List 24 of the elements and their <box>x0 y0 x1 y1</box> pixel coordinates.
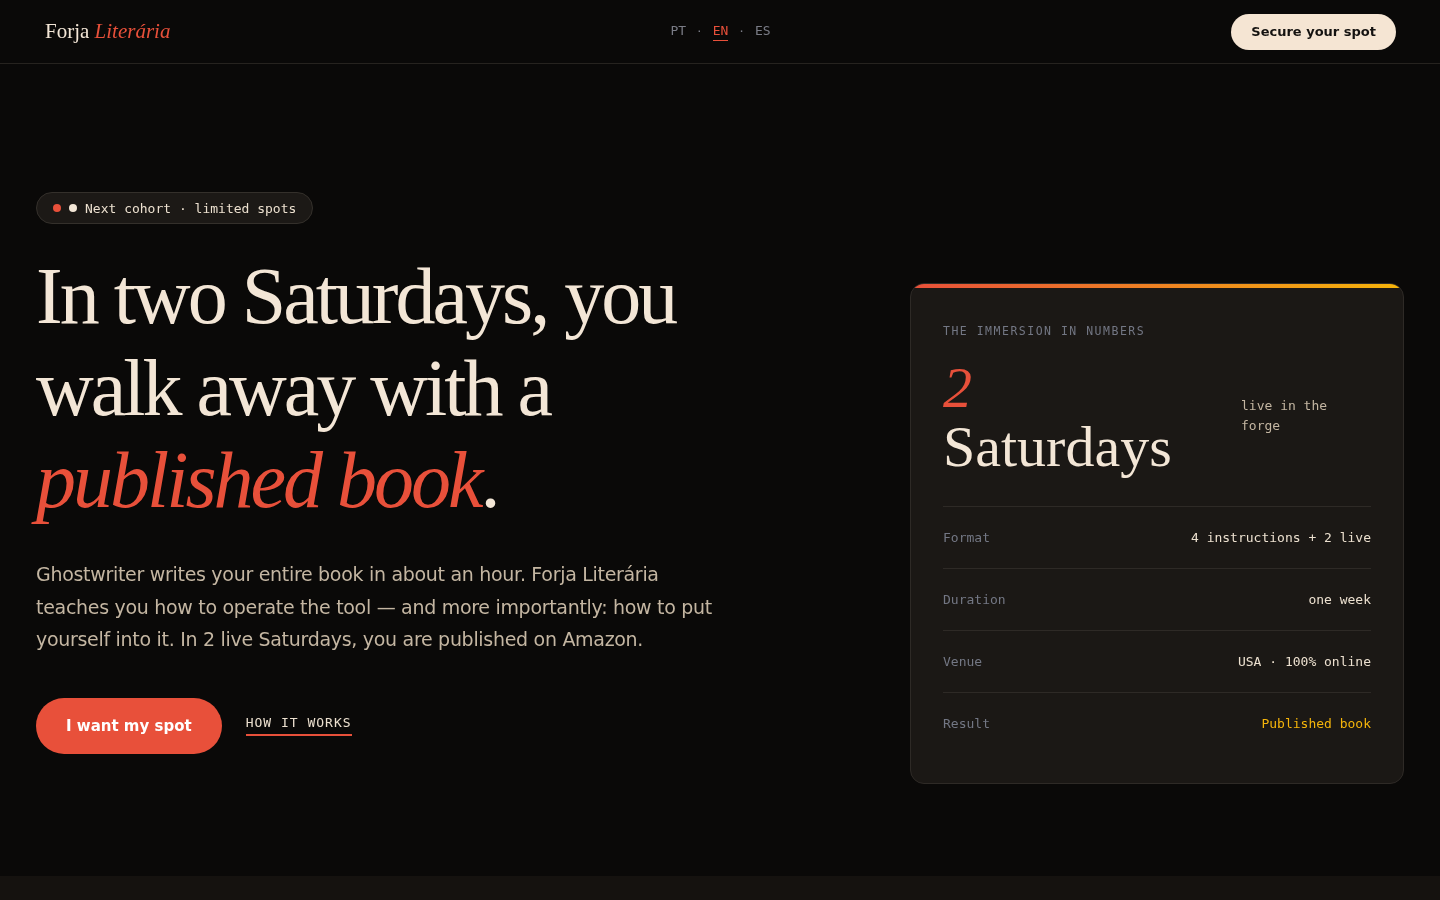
language-link[interactable]: ES <box>754 22 771 41</box>
description: Ghostwriter writes your entire book in about an hour. Forja Literária teaches you how to operate the tool — and more importantly: how to put yourself into it. In 2 live Saturdays, you are published on Amazon. <box>36 562 713 652</box>
language-link[interactable]: PT <box>670 22 687 41</box>
big-unit: Saturdays <box>943 416 1172 478</box>
row-label: Result <box>943 716 990 731</box>
secure-spot-button[interactable]: Secure your spot <box>1231 13 1396 50</box>
big-number: 2 <box>943 360 973 416</box>
want-spot-button[interactable]: I want my spot <box>36 697 222 754</box>
row-label: Format <box>943 530 990 545</box>
big-note: live in the forge <box>1241 397 1329 435</box>
separator-dot: · <box>696 25 703 38</box>
row-value: 4 instructions + 2 live <box>1191 530 1371 545</box>
badge-text: Next cohort · limited spots <box>85 200 297 216</box>
card-eyebrow: THE IMMERSION IN NUMBERS <box>943 324 1147 338</box>
row-label: Duration <box>943 592 1006 607</box>
row-label: Venue <box>943 654 983 669</box>
logo[interactable]: Forja Literária <box>45 19 171 44</box>
how-it-works-link[interactable]: HOW IT WORKS <box>245 715 352 736</box>
row-value: one week <box>1308 592 1371 607</box>
row-value: USA · 100% online <box>1237 654 1371 669</box>
separator-dot: · <box>738 25 745 38</box>
row-value: Published book <box>1261 716 1371 731</box>
headline: In two Saturdays, you walk away with a published book. <box>30 246 736 532</box>
language-link[interactable]: EN <box>712 22 729 41</box>
